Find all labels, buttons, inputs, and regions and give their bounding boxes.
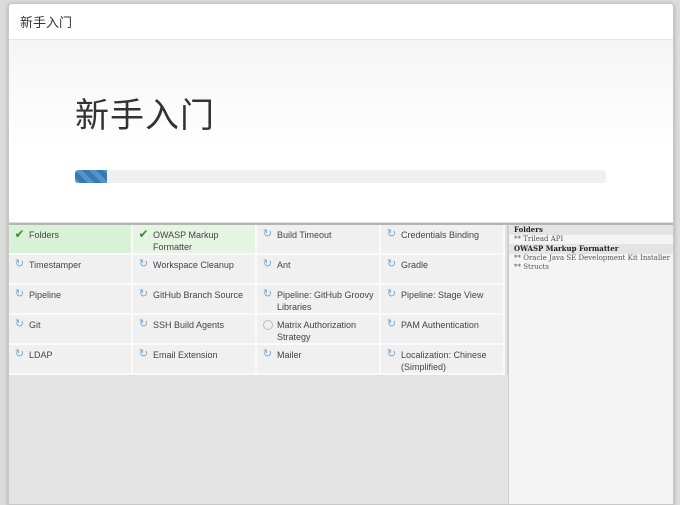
plugin-tile: ↻ Email Extension [133,345,257,375]
refresh-icon: ↻ [386,288,397,300]
refresh-icon: ↻ [386,348,397,360]
plugin-tile: ↻ Git [9,315,133,345]
plugin-name: LDAP [29,350,53,360]
plugin-name: SSH Build Agents [153,320,225,330]
refresh-icon: ↻ [262,288,273,300]
plugin-tile: ↻ Pipeline: Stage View [381,285,505,315]
log-line: ** Trilead API [514,234,564,243]
plugin-tile: ↻ Gradle [381,255,505,285]
plugin-grid: ✔ Folders ✔ OWASP Markup Formatter ↻ Build Ti… [9,225,508,375]
refresh-icon: ↻ [14,318,25,330]
plugin-tile: ↻ Ant [257,255,381,285]
plugin-name: Workspace Cleanup [153,260,234,270]
refresh-icon: ↻ [386,318,397,330]
plugin-name: GitHub Branch Source [153,290,244,300]
plugin-name: Pipeline: Stage View [401,290,484,300]
plugin-name: Gradle [401,260,429,270]
plugin-tile: ✔ OWASP Markup Formatter [133,225,257,255]
plugin-tile: ↻ Credentials Binding [381,225,505,255]
install-progress-fill [75,170,107,183]
refresh-icon: ↻ [386,228,397,240]
circle-icon [263,320,273,330]
check-icon: ✔ [138,227,149,241]
plugin-name: Folders [29,230,60,240]
plugin-tile: ✔ Folders [9,225,133,255]
refresh-icon: ↻ [138,348,149,360]
plugin-name: Ant [277,260,291,270]
dialog-header: 新手入门 [9,4,673,40]
dialog-title: 新手入门 [20,15,73,30]
plugin-name: Pipeline: GitHub Groovy Libraries [277,290,374,312]
plugin-name: PAM Authentication [401,320,479,330]
refresh-icon: ↻ [138,258,149,270]
plugin-name: Pipeline [29,290,62,300]
plugin-tile: ↻ Localization: Chinese (Simplified) [381,345,505,375]
install-progress-bar [75,170,606,183]
plugin-tile: Matrix Authorization Strategy [257,315,381,345]
plugin-name: Timestamper [29,260,82,270]
plugin-tile: ↻ SSH Build Agents [133,315,257,345]
plugin-name: Build Timeout [277,230,332,240]
log-line: Folders [509,225,673,235]
page-title: 新手入门 [75,97,215,135]
plugin-tile: ↻ GitHub Branch Source [133,285,257,315]
plugin-tile: ↻ Pipeline: GitHub Groovy Libraries [257,285,381,315]
plugin-name: Git [29,320,41,330]
plugin-name: Matrix Authorization Strategy [277,320,357,342]
plugin-tile: ↻ Timestamper [9,255,133,285]
plugin-name: Email Extension [153,350,218,360]
plugin-tile: ↻ Pipeline [9,285,133,315]
install-log[interactable]: Folders ** Trilead API OWASP Markup Format… [508,225,673,504]
log-line: ** Oracle Java SE Development Kit Instal… [514,253,670,262]
refresh-icon: ↻ [262,258,273,270]
log-line: OWASP Markup Formatter [509,244,673,254]
refresh-icon: ↻ [14,258,25,270]
plugin-install-area: ✔ Folders ✔ OWASP Markup Formatter ↻ Build Ti… [9,223,673,504]
refresh-icon: ↻ [262,228,273,240]
plugin-name: OWASP Markup Formatter [153,230,219,252]
plugin-tile: ↻ Workspace Cleanup [133,255,257,285]
refresh-icon: ↻ [14,288,25,300]
plugin-tile: ↻ Mailer [257,345,381,375]
log-line: ** Structs [514,263,550,271]
refresh-icon: ↻ [14,348,25,360]
hero-panel: 新手入门 [9,40,673,223]
plugin-name: Credentials Binding [401,230,480,240]
check-icon: ✔ [14,227,25,241]
plugin-tile: ↻ LDAP [9,345,133,375]
refresh-icon: ↻ [262,348,273,360]
plugin-name: Mailer [277,350,302,360]
setup-wizard-dialog: 新手入门 新手入门 ✔ Folders ✔ OWASP Markup Formatte… [8,3,674,505]
refresh-icon: ↻ [138,318,149,330]
refresh-icon: ↻ [138,288,149,300]
refresh-icon: ↻ [386,258,397,270]
plugin-tile: ↻ Build Timeout [257,225,381,255]
plugin-name: Localization: Chinese (Simplified) [401,350,487,372]
plugin-tile: ↻ PAM Authentication [381,315,505,345]
